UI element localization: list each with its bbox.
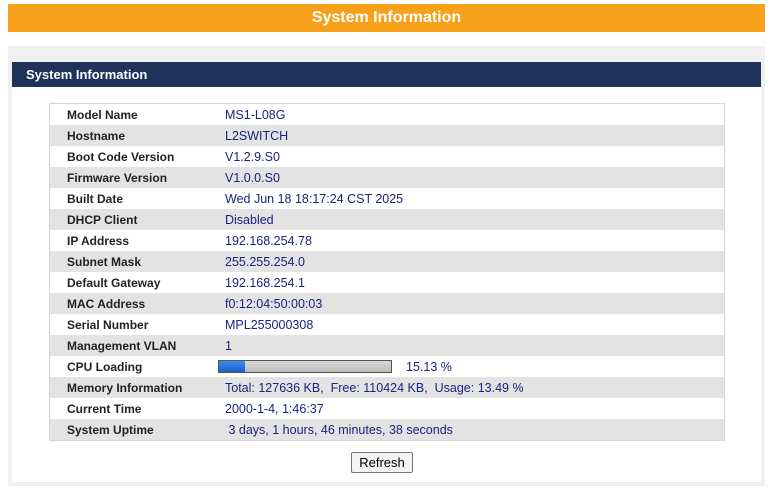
cpu-loading-value: 15.13 % <box>218 360 452 374</box>
row-label: Hostname <box>67 128 126 143</box>
row-label: Subnet Mask <box>67 254 142 269</box>
row-system-uptime: System Uptime 3 days, 1 hours, 46 minute… <box>50 419 724 440</box>
cpu-progress-bar <box>218 360 392 373</box>
row-value: 3 days, 1 hours, 46 minutes, 38 seconds <box>225 422 453 437</box>
row-value: 192.168.254.78 <box>225 233 312 248</box>
row-label: Serial Number <box>67 317 149 332</box>
row-subnet-mask: Subnet Mask 255.255.254.0 <box>50 251 724 272</box>
row-label: CPU Loading <box>67 359 143 374</box>
row-label: Memory Information <box>67 380 183 395</box>
row-label: System Uptime <box>67 422 154 437</box>
row-label: Management VLAN <box>67 338 177 353</box>
row-built-date: Built Date Wed Jun 18 18:17:24 CST 2025 <box>50 188 724 209</box>
row-value: f0:12:04:50:00:03 <box>225 296 323 311</box>
system-info-panel: System Information Model Name MS1-L08G H… <box>8 46 765 486</box>
row-value: 255.255.254.0 <box>225 254 305 269</box>
panel-body: Model Name MS1-L08G Hostname L2SWITCH Bo… <box>12 87 761 482</box>
row-cpu-loading: CPU Loading 15.13 % <box>50 356 724 377</box>
row-hostname: Hostname L2SWITCH <box>50 125 724 146</box>
row-ip-address: IP Address 192.168.254.78 <box>50 230 724 251</box>
row-label: Current Time <box>67 401 142 416</box>
row-value: 1 <box>225 338 232 353</box>
cpu-percent-text: 15.13 % <box>406 359 452 374</box>
row-value: MPL255000308 <box>225 317 314 332</box>
row-value: Wed Jun 18 18:17:24 CST 2025 <box>225 191 404 206</box>
row-mac-address: MAC Address f0:12:04:50:00:03 <box>50 293 724 314</box>
row-value: L2SWITCH <box>225 128 289 143</box>
row-management-vlan: Management VLAN 1 <box>50 335 724 356</box>
row-label: MAC Address <box>67 296 146 311</box>
row-value: V1.2.9.S0 <box>225 149 280 164</box>
row-label: Model Name <box>67 107 138 122</box>
panel-title: System Information <box>26 67 148 82</box>
row-value: Disabled <box>225 212 274 227</box>
row-firmware-version: Firmware Version V1.0.0.S0 <box>50 167 724 188</box>
row-value: Total: 127636 KB, Free: 110424 KB, Usage… <box>225 380 524 395</box>
cpu-progress-fill <box>219 361 246 372</box>
row-memory-information: Memory Information Total: 127636 KB, Fre… <box>50 377 724 398</box>
refresh-button[interactable]: Refresh <box>351 452 413 473</box>
row-label: IP Address <box>67 233 130 248</box>
row-value: 192.168.254.1 <box>225 275 305 290</box>
row-label: Boot Code Version <box>67 149 175 164</box>
row-value: 2000-1-4, 1:46:37 <box>225 401 324 416</box>
page-title: System Information <box>8 4 765 32</box>
row-default-gateway: Default Gateway 192.168.254.1 <box>50 272 724 293</box>
panel-header: System Information <box>12 62 761 87</box>
row-label: DHCP Client <box>67 212 138 227</box>
row-label: Firmware Version <box>67 170 168 185</box>
info-table: Model Name MS1-L08G Hostname L2SWITCH Bo… <box>49 103 725 441</box>
row-value: MS1-L08G <box>225 107 286 122</box>
row-label: Built Date <box>67 191 124 206</box>
row-model-name: Model Name MS1-L08G <box>50 104 724 125</box>
row-value: V1.0.0.S0 <box>225 170 280 185</box>
row-label: Default Gateway <box>67 275 161 290</box>
row-current-time: Current Time 2000-1-4, 1:46:37 <box>50 398 724 419</box>
row-serial-number: Serial Number MPL255000308 <box>50 314 724 335</box>
row-boot-code-version: Boot Code Version V1.2.9.S0 <box>50 146 724 167</box>
row-dhcp-client: DHCP Client Disabled <box>50 209 724 230</box>
